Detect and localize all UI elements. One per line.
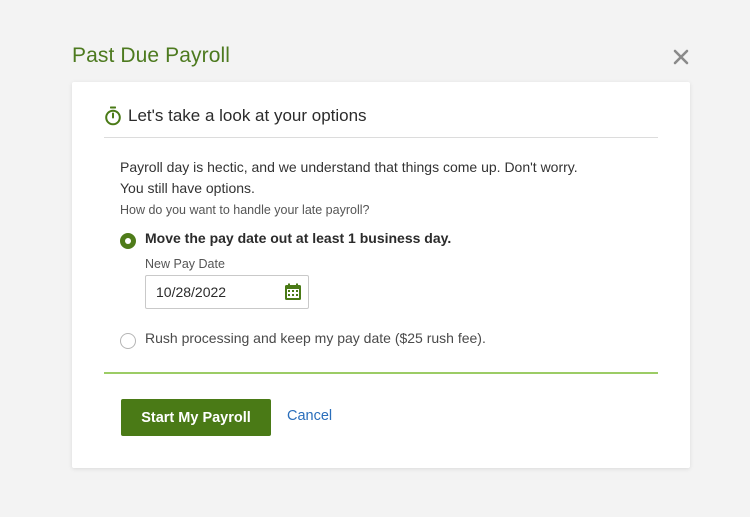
section-heading-text: Let's take a look at your options xyxy=(128,106,367,125)
cancel-link[interactable]: Cancel xyxy=(287,408,332,424)
intro-text: Payroll day is hectic, and we understand… xyxy=(120,157,650,199)
option-move-pay-date-radio[interactable] xyxy=(120,233,136,249)
close-icon xyxy=(673,49,689,65)
option-move-pay-date-label[interactable]: Move the pay date out at least 1 busines… xyxy=(145,230,451,246)
actions-divider xyxy=(104,372,658,374)
close-button[interactable] xyxy=(670,46,692,68)
intro-line-1: Payroll day is hectic, and we understand… xyxy=(120,159,578,175)
question-label: How do you want to handle your late payr… xyxy=(120,203,370,217)
new-pay-date-field xyxy=(145,275,309,309)
section-heading: Let's take a look at your options xyxy=(104,104,658,138)
options-card: Let's take a look at your options Payrol… xyxy=(72,82,690,468)
new-pay-date-input[interactable] xyxy=(146,276,276,308)
dialog-header: Past Due Payroll xyxy=(72,42,692,74)
dialog-title: Past Due Payroll xyxy=(72,44,231,67)
option-rush-processing-label[interactable]: Rush processing and keep my pay date ($2… xyxy=(145,330,486,346)
calendar-icon[interactable] xyxy=(284,283,302,301)
option-rush-processing-radio[interactable] xyxy=(120,333,136,349)
start-payroll-button[interactable]: Start My Payroll xyxy=(121,399,271,436)
new-pay-date-label: New Pay Date xyxy=(145,257,225,271)
stopwatch-icon xyxy=(105,106,121,126)
intro-line-2: You still have options. xyxy=(120,180,255,196)
